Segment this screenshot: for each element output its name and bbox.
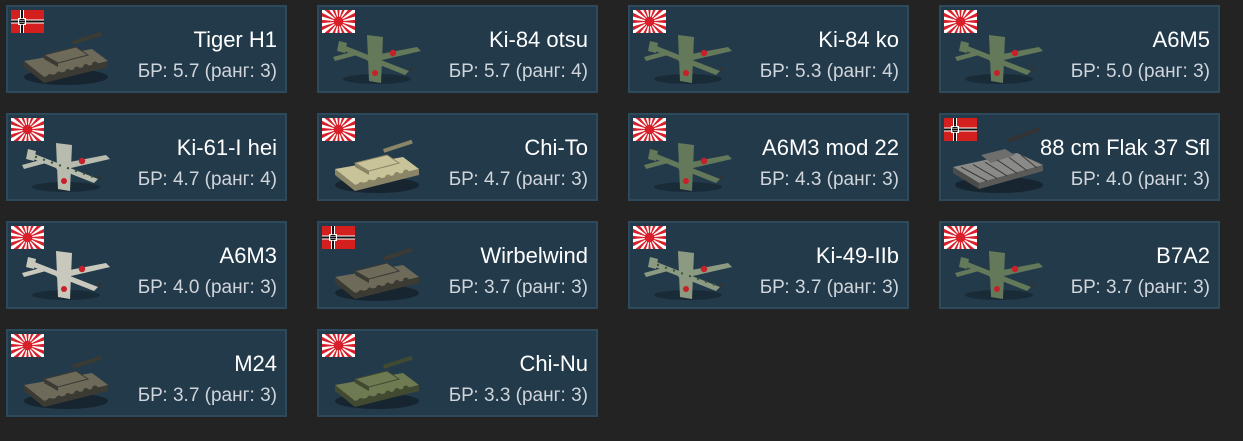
battle-rating: БР: 5.3 (ранг: 4) xyxy=(759,61,899,82)
vehicle-name: A6M3 xyxy=(219,243,277,268)
vehicle-name: Chi-Nu xyxy=(519,351,588,376)
vehicle-name: Ki-49-IIb xyxy=(815,243,899,268)
vehicle-card[interactable]: Ki-61-I hei БР: 4.7 (ранг: 4) xyxy=(6,113,287,201)
vehicle-name: Wirbelwind xyxy=(480,243,588,268)
flag-icon xyxy=(11,226,44,249)
battle-rating: БР: 4.0 (ранг: 3) xyxy=(1070,169,1210,190)
flag-icon xyxy=(944,226,977,249)
vehicle-card[interactable]: A6M3 БР: 4.0 (ранг: 3) xyxy=(6,221,287,309)
battle-rating: БР: 3.3 (ранг: 3) xyxy=(448,385,588,406)
vehicle-card[interactable]: Ki-84 otsu БР: 5.7 (ранг: 4) xyxy=(317,5,598,93)
vehicle-name: Tiger H1 xyxy=(193,27,277,52)
flag-icon xyxy=(11,10,44,33)
vehicle-name: A6M5 xyxy=(1152,27,1210,52)
vehicle-card[interactable]: A6M3 mod 22 БР: 4.3 (ранг: 3) xyxy=(628,113,909,201)
battle-rating: БР: 3.7 (ранг: 3) xyxy=(448,277,588,298)
flag-icon xyxy=(944,10,977,33)
vehicle-name: B7A2 xyxy=(1156,243,1210,268)
battle-rating: БР: 3.7 (ранг: 3) xyxy=(759,277,899,298)
vehicle-card[interactable]: Ki-49-IIb БР: 3.7 (ранг: 3) xyxy=(628,221,909,309)
flag-icon xyxy=(11,334,44,357)
battle-rating: БР: 3.7 (ранг: 3) xyxy=(1070,277,1210,298)
vehicle-card[interactable]: M24 БР: 3.7 (ранг: 3) xyxy=(6,329,287,417)
vehicle-card[interactable]: A6M5 БР: 5.0 (ранг: 3) xyxy=(939,5,1220,93)
vehicle-name: 88 cm Flak 37 Sfl xyxy=(1040,135,1210,160)
vehicle-name: Ki-61-I hei xyxy=(176,135,277,160)
battle-rating: БР: 4.7 (ранг: 4) xyxy=(137,169,277,190)
flag-icon xyxy=(11,118,44,141)
vehicle-name: Chi-To xyxy=(524,135,588,160)
flag-icon xyxy=(322,334,355,357)
vehicle-card[interactable]: B7A2 БР: 3.7 (ранг: 3) xyxy=(939,221,1220,309)
vehicle-card[interactable]: Wirbelwind БР: 3.7 (ранг: 3) xyxy=(317,221,598,309)
vehicle-grid: Tiger H1 БР: 5.7 (ранг: 3) Ki-84 otsu БР: … xyxy=(0,0,1243,441)
vehicle-card[interactable]: Ki-84 ko БР: 5.3 (ранг: 4) xyxy=(628,5,909,93)
battle-rating: БР: 4.0 (ранг: 3) xyxy=(137,277,277,298)
vehicle-card[interactable]: Chi-To БР: 4.7 (ранг: 3) xyxy=(317,113,598,201)
battle-rating: БР: 5.7 (ранг: 3) xyxy=(137,61,277,82)
battle-rating: БР: 5.7 (ранг: 4) xyxy=(448,61,588,82)
vehicle-card[interactable]: 88 cm Flak 37 Sfl БР: 4.0 (ранг: 3) xyxy=(939,113,1220,201)
vehicle-name: M24 xyxy=(234,351,277,376)
flag-icon xyxy=(944,118,977,141)
vehicle-card[interactable]: Tiger H1 БР: 5.7 (ранг: 3) xyxy=(6,5,287,93)
flag-icon xyxy=(633,226,666,249)
battle-rating: БР: 4.7 (ранг: 3) xyxy=(448,169,588,190)
flag-icon xyxy=(322,10,355,33)
battle-rating: БР: 5.0 (ранг: 3) xyxy=(1070,61,1210,82)
vehicle-name: A6M3 mod 22 xyxy=(762,135,899,160)
battle-rating: БР: 4.3 (ранг: 3) xyxy=(759,169,899,190)
battle-rating: БР: 3.7 (ранг: 3) xyxy=(137,385,277,406)
flag-icon xyxy=(322,118,355,141)
flag-icon xyxy=(633,118,666,141)
vehicle-name: Ki-84 otsu xyxy=(488,27,588,52)
vehicle-name: Ki-84 ko xyxy=(818,27,899,52)
flag-icon xyxy=(322,226,355,249)
vehicle-card[interactable]: Chi-Nu БР: 3.3 (ранг: 3) xyxy=(317,329,598,417)
flag-icon xyxy=(633,10,666,33)
